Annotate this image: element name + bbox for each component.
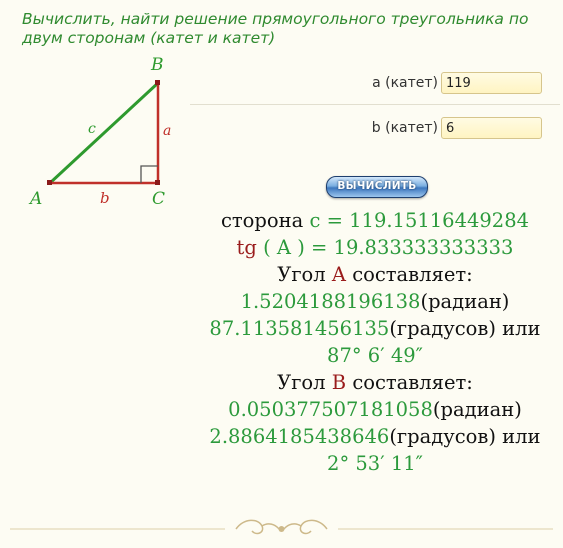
results-panel: сторона c = 119.15116449284 tg ( A ) = 1…	[190, 207, 560, 477]
result-side-c: сторона c = 119.15116449284	[190, 207, 560, 234]
angle-b-suffix: составляет:	[352, 371, 473, 394]
angle-a-rad-unit: (радиан)	[420, 290, 510, 313]
angle-a-degrees: 87.113581456135(градусов) или	[190, 315, 560, 342]
angle-b-deg-value: 2.8864185438646	[209, 425, 390, 448]
angle-a-radians: 1.5204188196138(радиан)	[190, 288, 560, 315]
angle-b-rad-value: 0.050377507181058	[228, 398, 433, 421]
ornament-right-scroll	[283, 519, 328, 535]
angle-b-radians: 0.050377507181058(радиан)	[190, 396, 560, 423]
ornament-center	[278, 526, 285, 532]
tg-eq: =	[311, 236, 328, 259]
angle-b-degrees: 2.8864185438646(градусов) или	[190, 423, 560, 450]
vertex-b-dot	[155, 80, 160, 85]
ornament-left-scroll	[235, 519, 280, 535]
vertex-c-dot	[155, 180, 160, 185]
angle-b-heading: Угол B составляет:	[190, 369, 560, 396]
angle-a-suffix: составляет:	[352, 263, 473, 286]
vertex-label-a: A	[28, 189, 42, 209]
tg-label: tg	[236, 236, 257, 259]
angle-a-dms: 87° 6′ 49″	[327, 344, 423, 367]
hypotenuse-c	[48, 81, 160, 185]
vertex-label-b: B	[150, 55, 164, 75]
footer-ornament	[10, 519, 553, 535]
right-triangle-diagram: A B C a b c	[28, 55, 171, 209]
angle-a-deg-value: 87.113581456135	[209, 317, 390, 340]
form-divider	[190, 104, 560, 105]
angle-a-deg-unit: (градусов) или	[389, 317, 541, 340]
angle-b-dms: 2° 53′ 11″	[327, 452, 423, 475]
tg-open: (	[263, 236, 271, 259]
field-b-label: b (катет)	[371, 120, 438, 136]
side-value: 119.15116449284	[349, 209, 530, 232]
side-prefix: сторона	[220, 209, 304, 232]
field-row-b: b (катет)	[330, 116, 542, 140]
angle-a-rad-value: 1.5204188196138	[240, 290, 421, 313]
vertex-label-c: C	[152, 189, 165, 209]
result-tg: tg ( A ) = 19.833333333333	[190, 234, 560, 261]
side-name: c	[309, 209, 321, 232]
side-label-a: a	[163, 123, 171, 139]
side-label-c: c	[88, 121, 96, 137]
angle-b-deg-unit: (градусов) или	[389, 425, 541, 448]
side-a-input[interactable]	[441, 72, 542, 94]
angle-a-name: A	[331, 263, 346, 286]
vertex-a-dot	[47, 180, 52, 185]
side-label-b: b	[100, 189, 110, 207]
field-row-a: a (катет)	[330, 71, 542, 95]
tg-angle: A	[276, 236, 291, 259]
angle-a-heading: Угол A составляет:	[190, 261, 560, 288]
angle-b-prefix: Угол	[277, 371, 326, 394]
tg-value: 19.833333333333	[333, 236, 514, 259]
side-eq: =	[326, 209, 343, 232]
side-b-input[interactable]	[441, 117, 542, 139]
calculate-button[interactable]: ВЫЧИСЛИТЬ	[326, 176, 428, 198]
field-a-label: a (катет)	[372, 75, 438, 91]
page-title: Вычислить, найти решение прямоугольного …	[22, 10, 529, 47]
angle-b-rad-unit: (радиан)	[432, 398, 522, 421]
angle-a-prefix: Угол	[277, 263, 326, 286]
angle-b-name: B	[331, 371, 347, 394]
tg-close: )	[297, 236, 305, 259]
